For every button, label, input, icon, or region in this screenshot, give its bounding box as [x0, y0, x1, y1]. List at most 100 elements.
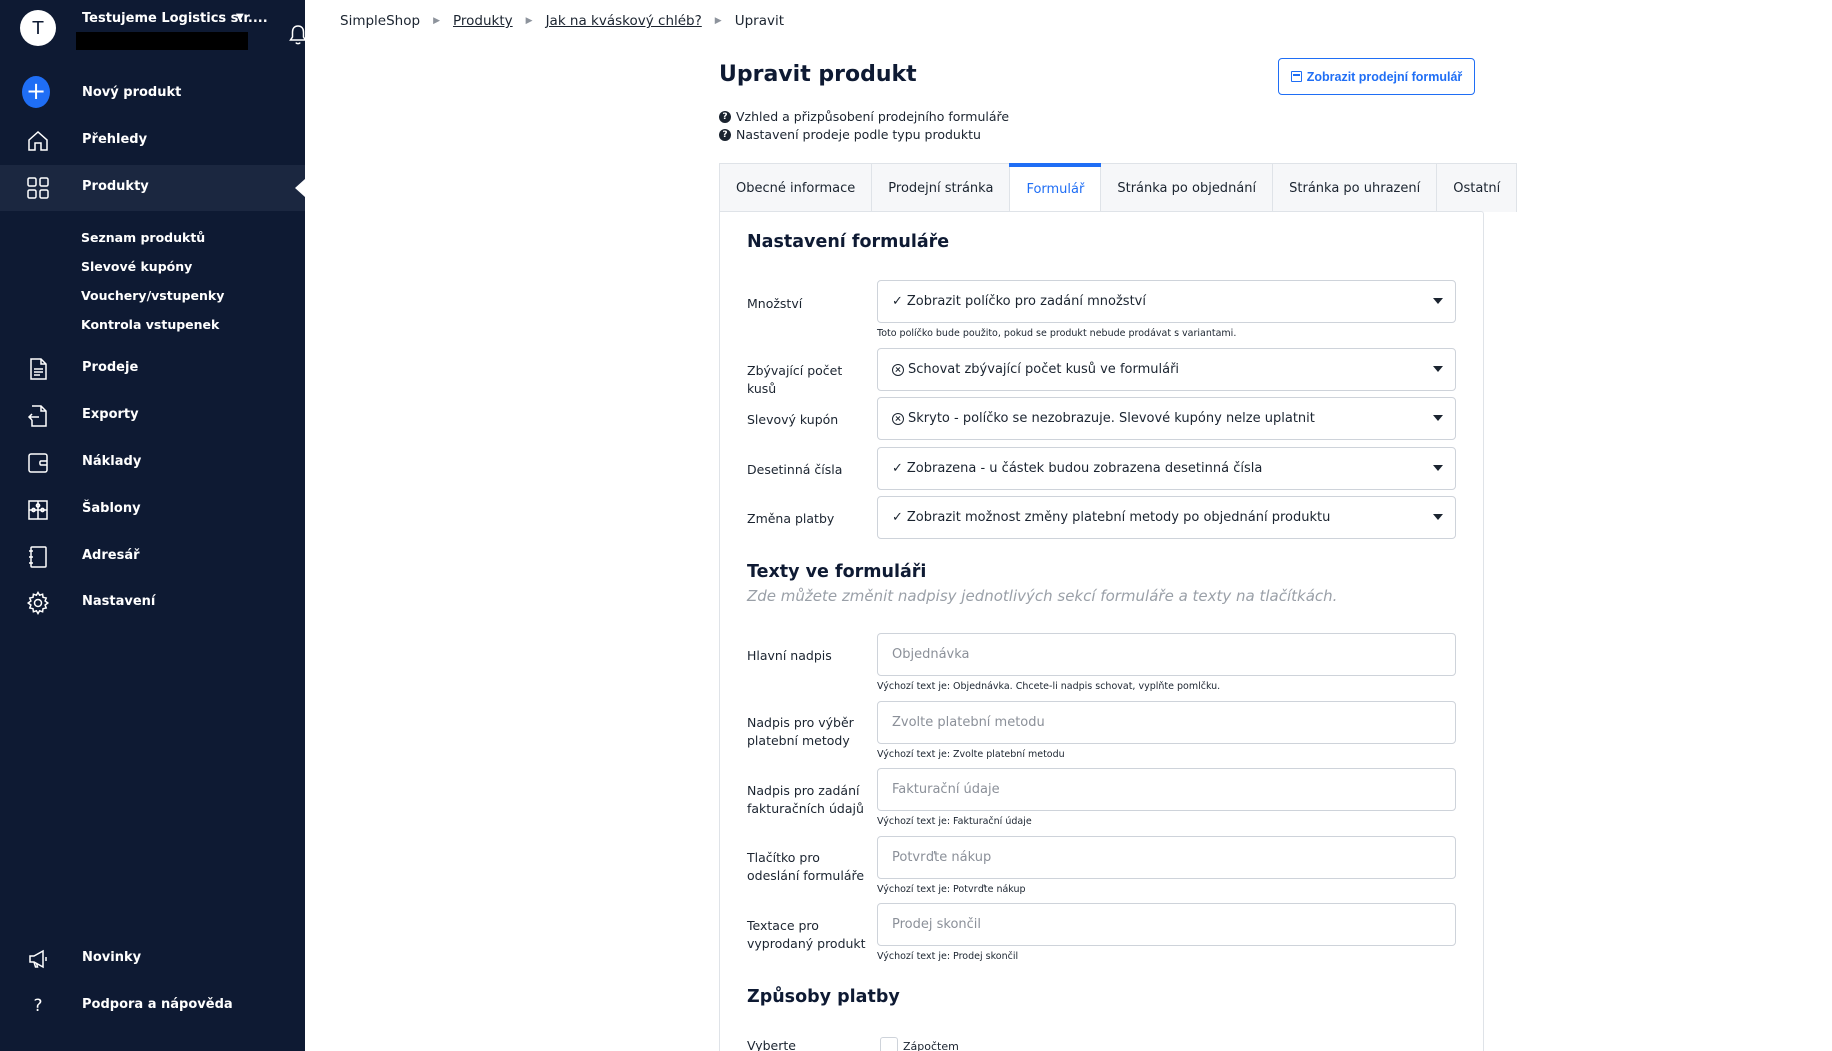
decimals-select[interactable]: ✓ Zobrazena - u částek budou zobrazena d…: [877, 447, 1456, 490]
check-icon: ✓: [892, 294, 903, 309]
field-label: Nadpis pro zadání fakturačních údajů: [747, 783, 864, 816]
tab-after-order[interactable]: Stránka po objednání: [1101, 164, 1274, 212]
nav-label: Přehledy: [82, 132, 148, 147]
sold-out-input[interactable]: [877, 903, 1456, 946]
caret-down-icon: [1433, 298, 1443, 304]
section-subtitle: Zde můžete změnit nadpisy jednotlivých s…: [747, 587, 1338, 605]
chevron-right-icon: ▶: [525, 16, 533, 26]
grid-icon: [26, 176, 50, 200]
tab-sales-page[interactable]: Prodejní stránka: [872, 164, 1011, 212]
question-circle-icon: ?: [719, 110, 731, 123]
subnav-vouchers[interactable]: Vouchery/vstupenky: [81, 288, 224, 303]
nav-news[interactable]: Novinky: [0, 936, 305, 982]
tab-general[interactable]: Obecné informace: [720, 164, 873, 212]
nav-new-product[interactable]: + Nový produkt: [0, 71, 305, 117]
remaining-stock-select[interactable]: x Schovat zbývající počet kusů ve formul…: [877, 348, 1456, 391]
subnav-ticket-check[interactable]: Kontrola vstupenek: [81, 317, 219, 332]
button-label: Zobrazit prodejní formulář: [1306, 69, 1463, 84]
gear-icon: [26, 591, 50, 615]
redacted-block: [76, 32, 248, 50]
question-circle-icon: ?: [719, 128, 731, 141]
tab-after-payment[interactable]: Stránka po uhrazení: [1273, 164, 1438, 212]
main-heading-input[interactable]: [877, 633, 1456, 676]
nav-label: Šablony: [82, 501, 141, 516]
payment-heading-input[interactable]: [877, 701, 1456, 744]
plus-icon: +: [22, 76, 50, 108]
field-label: Nadpis pro výběr platební metody: [747, 715, 854, 748]
tab-other[interactable]: Ostatní: [1437, 164, 1516, 212]
payment-change-select[interactable]: ✓ Zobrazit možnost změny platební metody…: [877, 496, 1456, 539]
field-label: Vyberte: [747, 1038, 796, 1051]
home-icon: [26, 129, 50, 153]
caret-down-icon: [1433, 465, 1443, 471]
breadcrumb-home[interactable]: SimpleShop: [340, 13, 420, 29]
nav-label: Novinky: [82, 950, 142, 965]
subnav-product-list[interactable]: Seznam produktů: [81, 230, 205, 245]
breadcrumb-product[interactable]: Jak na kváskový chléb?: [546, 13, 702, 29]
field-label: Tlačítko pro odeslání formuláře: [747, 850, 865, 883]
book-icon: [26, 545, 50, 569]
chevron-right-icon: ▶: [714, 16, 722, 26]
payment-option-checkbox[interactable]: [880, 1037, 898, 1051]
nav-products[interactable]: Produkty: [0, 165, 305, 211]
field-label: Změna platby: [747, 511, 835, 526]
subnav-discount-coupons[interactable]: Slevové kupóny: [81, 259, 192, 274]
wallet-icon: [26, 451, 50, 475]
megaphone-icon: [26, 947, 50, 971]
section-title-payment-methods: Způsoby platby: [747, 987, 900, 1007]
nav-overview[interactable]: Přehledy: [0, 118, 305, 164]
check-icon: ✓: [892, 461, 903, 476]
field-label: Textace pro vyprodaný produkt: [747, 918, 866, 951]
document-icon: [26, 357, 50, 381]
select-value: Skryto - políčko se nezobrazuje. Slevové…: [908, 411, 1315, 426]
coupon-select[interactable]: x Skryto - políčko se nezobrazuje. Slevo…: [877, 397, 1456, 440]
account-switcher[interactable]: T Testujeme Logistics s.r.... ▼: [20, 10, 307, 50]
submit-button-input[interactable]: [877, 836, 1456, 879]
field-hint: Výchozí text je: Zvolte platební metodu: [877, 749, 1065, 760]
show-sales-form-button[interactable]: Zobrazit prodejní formulář: [1278, 58, 1475, 95]
caret-down-icon[interactable]: ▼: [236, 12, 244, 23]
caret-down-icon: [1433, 514, 1443, 520]
nav-label: Nastavení: [82, 594, 156, 609]
field-hint: Výchozí text je: Objednávka. Chcete-li n…: [877, 681, 1221, 692]
select-value: Zobrazena - u částek budou zobrazena des…: [906, 461, 1263, 476]
nav-settings[interactable]: Nastavení: [0, 580, 305, 626]
nav-label: Adresář: [82, 548, 140, 563]
nav-label: Prodeje: [82, 360, 139, 375]
nav-label: Produkty: [82, 179, 149, 194]
help-link-sales-settings[interactable]: ? Nastavení prodeje podle typu produktu: [719, 127, 981, 142]
nav-costs[interactable]: Náklady: [0, 440, 305, 486]
nav-exports[interactable]: Exporty: [0, 393, 305, 439]
tab-form[interactable]: Formulář: [1009, 163, 1102, 214]
caret-down-icon: [1433, 366, 1443, 372]
quantity-select[interactable]: ✓ Zobrazit políčko pro zadání množství: [877, 280, 1456, 323]
nav-templates[interactable]: Šablony: [0, 487, 305, 533]
nav-label: Exporty: [82, 407, 139, 422]
check-icon: ✓: [892, 510, 903, 525]
select-value: Zobrazit možnost změny platební metody p…: [906, 510, 1331, 525]
breadcrumb-products[interactable]: Produkty: [453, 13, 513, 29]
help-link-appearance[interactable]: ? Vzhled a přizpůsobení prodejního formu…: [719, 109, 1009, 124]
select-value: Schovat zbývající počet kusů ve formulář…: [908, 362, 1180, 377]
breadcrumb: SimpleShop ▶ Produkty ▶ Jak na kváskový …: [340, 13, 784, 29]
bell-icon[interactable]: [288, 24, 308, 46]
field-label: Množství: [747, 296, 803, 311]
field-hint: Výchozí text je: Prodej skončil: [877, 951, 1019, 962]
section-title-form-texts: Texty ve formuláři: [747, 562, 927, 582]
help-text: Nastavení prodeje podle typu produktu: [736, 127, 981, 142]
form-icon: [1290, 71, 1302, 82]
page-title: Upravit produkt: [719, 62, 917, 87]
field-label: Desetinná čísla: [747, 462, 843, 477]
field-hint: Výchozí text je: Fakturační údaje: [877, 816, 1032, 827]
sidebar: T Testujeme Logistics s.r.... ▼ + Nový p…: [0, 0, 307, 1051]
avatar[interactable]: T: [20, 10, 56, 46]
nav-support[interactable]: ? Podpora a nápověda: [0, 983, 305, 1029]
field-label: Zbývající počet kusů: [747, 363, 843, 396]
payment-option-label[interactable]: Zápočtem: [903, 1040, 959, 1051]
question-icon: ?: [33, 996, 43, 1016]
billing-heading-input[interactable]: [877, 768, 1456, 811]
nav-label: Podpora a nápověda: [82, 997, 233, 1012]
x-circle-icon: x: [892, 363, 904, 376]
nav-sales[interactable]: Prodeje: [0, 346, 305, 392]
nav-addressbook[interactable]: Adresář: [0, 534, 305, 580]
